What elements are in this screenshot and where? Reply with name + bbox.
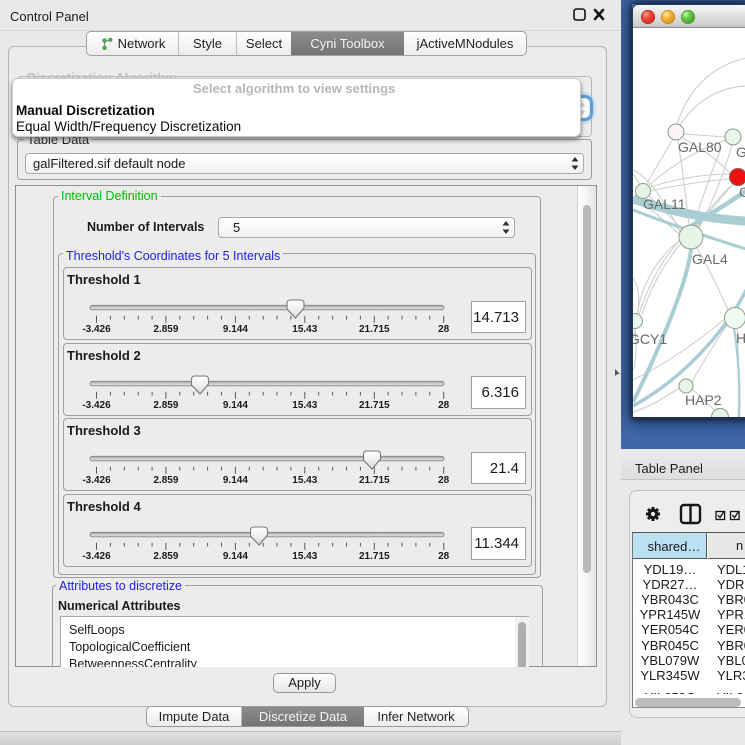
- svg-text:HI: HI: [736, 330, 745, 346]
- svg-text:-3.426: -3.426: [82, 551, 111, 562]
- svg-text:GCY1: GCY1: [633, 331, 667, 347]
- svg-text:9.144: 9.144: [223, 400, 248, 411]
- svg-text:GAL80: GAL80: [678, 139, 722, 155]
- svg-text:28: 28: [438, 324, 450, 335]
- svg-text:21.715: 21.715: [359, 551, 390, 562]
- svg-text:-3.426: -3.426: [82, 475, 111, 486]
- svg-text:21.715: 21.715: [359, 475, 390, 486]
- svg-text:9.144: 9.144: [223, 324, 248, 335]
- svg-text:2.859: 2.859: [153, 475, 178, 486]
- svg-text:GAL11: GAL11: [643, 196, 686, 212]
- svg-text:15.43: 15.43: [292, 400, 317, 411]
- svg-text:21.715: 21.715: [359, 400, 390, 411]
- svg-text:28: 28: [438, 475, 450, 486]
- svg-text:2.859: 2.859: [153, 551, 178, 562]
- svg-text:15.43: 15.43: [292, 551, 317, 562]
- svg-text:-3.426: -3.426: [82, 324, 111, 335]
- svg-text:28: 28: [438, 400, 450, 411]
- svg-text:2.859: 2.859: [153, 400, 178, 411]
- svg-text:2.859: 2.859: [153, 324, 178, 335]
- svg-text:9.144: 9.144: [223, 551, 248, 562]
- svg-text:GA: GA: [736, 144, 745, 160]
- svg-text:15.43: 15.43: [292, 324, 317, 335]
- svg-text:HAP2: HAP2: [685, 392, 722, 408]
- svg-text:28: 28: [438, 551, 450, 562]
- svg-text:9.144: 9.144: [223, 475, 248, 486]
- svg-text:15.43: 15.43: [292, 475, 317, 486]
- svg-text:21.715: 21.715: [359, 324, 390, 335]
- svg-text:CY: CY: [739, 184, 745, 200]
- svg-text:GAL4: GAL4: [692, 251, 728, 267]
- svg-text:-3.426: -3.426: [82, 400, 111, 411]
